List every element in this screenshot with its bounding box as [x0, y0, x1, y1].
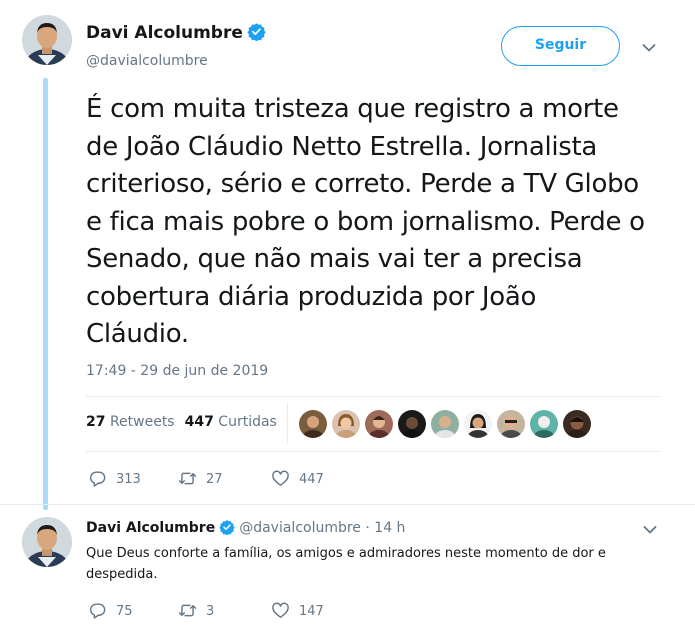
verified-badge-icon: [219, 519, 235, 536]
reply-time-ago[interactable]: · 14 h: [365, 520, 405, 536]
chevron-down-icon[interactable]: [643, 525, 657, 535]
reply-text: Que Deus conforte a família, os amigos e…: [86, 546, 606, 582]
divider: [0, 504, 695, 505]
retweet-icon: [178, 601, 197, 620]
retweet-button[interactable]: 27: [178, 469, 223, 488]
like-button[interactable]: 147: [271, 601, 324, 620]
like-button[interactable]: 447: [271, 469, 324, 488]
author-handle[interactable]: @davialcolumbre: [86, 53, 208, 69]
liker-avatar[interactable]: [464, 410, 492, 438]
divider: [86, 451, 660, 452]
like-count: 447: [299, 472, 324, 487]
retweets-count: 27: [86, 414, 106, 430]
reply-button[interactable]: 313: [88, 469, 141, 488]
retweet-icon: [178, 469, 197, 488]
author-display-name[interactable]: Davi Alcolumbre: [86, 23, 243, 43]
liker-avatar[interactable]: [299, 410, 327, 438]
thread-line: [43, 78, 48, 510]
liker-avatar[interactable]: [563, 410, 591, 438]
heart-icon: [271, 469, 290, 488]
retweets-stat[interactable]: 27 Retweets: [86, 414, 175, 430]
likes-label: Curtidas: [218, 414, 277, 430]
liker-avatar[interactable]: [365, 410, 393, 438]
heart-icon: [271, 601, 290, 620]
stats-separator: [287, 403, 288, 443]
reply-button[interactable]: 75: [88, 601, 133, 620]
verified-badge-icon: [247, 22, 266, 42]
divider: [86, 396, 660, 397]
likers-avatars: [299, 410, 596, 438]
reply-author-handle[interactable]: @davialcolumbre: [239, 520, 361, 536]
tweet-stats: 27 Retweets 447 Curtidas: [86, 414, 277, 430]
tweet-timestamp[interactable]: 17:49 - 29 de jun de 2019: [86, 363, 268, 379]
liker-avatar[interactable]: [431, 410, 459, 438]
reply-bubble-icon: [88, 469, 107, 488]
retweet-button[interactable]: 3: [178, 601, 214, 620]
reply-author-avatar[interactable]: [22, 517, 72, 567]
retweet-count: 3: [206, 604, 215, 619]
liker-avatar[interactable]: [332, 410, 360, 438]
author-name-row[interactable]: Davi Alcolumbre: [86, 22, 266, 43]
retweet-count: 27: [206, 472, 223, 487]
reply-author-row: Davi Alcolumbre @davialcolumbre · 14 h: [86, 519, 405, 536]
likes-count: 447: [184, 414, 214, 430]
tweet-text: É com muita tristeza que registro a mort…: [86, 94, 645, 349]
reply-bubble-icon: [88, 601, 107, 620]
liker-avatar[interactable]: [497, 410, 525, 438]
reply-author-display-name[interactable]: Davi Alcolumbre: [86, 520, 215, 536]
likes-stat[interactable]: 447 Curtidas: [185, 414, 277, 430]
follow-button[interactable]: Seguir: [501, 26, 620, 66]
author-avatar[interactable]: [22, 15, 72, 65]
retweets-label: Retweets: [109, 414, 175, 430]
liker-avatar[interactable]: [398, 410, 426, 438]
like-count: 147: [299, 604, 324, 619]
reply-count: 75: [116, 604, 133, 619]
chevron-down-icon[interactable]: [642, 43, 656, 53]
reply-count: 313: [116, 472, 141, 487]
liker-avatar[interactable]: [530, 410, 558, 438]
